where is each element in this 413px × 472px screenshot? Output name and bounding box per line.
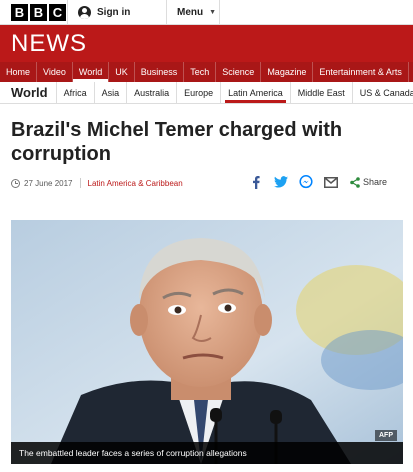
twitter-icon[interactable] — [273, 174, 289, 190]
article-hero-image: AFP The embattled leader faces a series … — [11, 220, 403, 464]
logo-letter-b2: B — [30, 4, 47, 21]
main-nav-label: Magazine — [267, 67, 307, 77]
clock-icon — [11, 178, 20, 188]
section-nav-label: Asia — [101, 87, 120, 98]
section-nav: World Africa Asia Australia Europe Latin… — [0, 82, 413, 104]
section-nav-label: US & Canada — [359, 87, 413, 98]
section-nav-label: Europe — [184, 87, 214, 98]
section-nav-europe[interactable]: Europe — [176, 82, 220, 103]
share-button[interactable]: Share — [350, 176, 388, 188]
share-label: Share — [363, 177, 388, 187]
article-category-link[interactable]: Latin America & Caribbean — [88, 179, 183, 188]
logo-letter-b1: B — [11, 4, 28, 21]
article-headline: Brazil's Michel Temer charged with corru… — [11, 119, 343, 165]
main-nav-label: Business — [140, 67, 178, 77]
section-nav-label: Australia — [134, 87, 170, 98]
menu-label: Menu — [177, 7, 204, 18]
main-nav-business[interactable]: Business — [135, 62, 185, 82]
main-nav-science[interactable]: Science — [216, 62, 262, 82]
article-date: 27 June 2017 — [24, 178, 73, 188]
news-banner: NEWS — [0, 25, 413, 62]
image-credit: AFP — [375, 430, 397, 441]
main-nav-label: Home — [6, 67, 31, 77]
section-nav-us-canada[interactable]: US & Canada — [351, 82, 413, 103]
chevron-down-icon: ▼ — [209, 9, 217, 16]
main-nav: Home Video World UK Business Tech Scienc… — [0, 62, 413, 82]
main-nav-video[interactable]: Video — [37, 62, 73, 82]
messenger-icon[interactable] — [298, 174, 314, 190]
article-meta: 27 June 2017 Latin America & Caribbean — [11, 176, 183, 190]
image-caption: The embattled leader faces a series of c… — [11, 442, 403, 464]
main-nav-home[interactable]: Home — [0, 62, 38, 82]
section-nav-label: Africa — [63, 87, 87, 98]
main-nav-label: World — [78, 67, 103, 77]
main-nav-label: UK — [115, 67, 128, 77]
section-nav-middle-east[interactable]: Middle East — [289, 82, 352, 103]
main-nav-world[interactable]: World — [72, 62, 110, 82]
news-logo[interactable]: NEWS — [11, 30, 87, 58]
bbc-logo[interactable]: B B C — [11, 4, 66, 21]
main-nav-entertainment-arts[interactable]: Entertainment & Arts — [313, 62, 409, 82]
top-bar: B B C Sign in Menu ▼ — [0, 0, 413, 25]
section-nav-asia[interactable]: Asia — [93, 82, 127, 103]
sign-in-button[interactable]: Sign in — [67, 0, 167, 25]
main-nav-label: Video — [43, 67, 66, 77]
menu-button[interactable]: Menu ▼ — [167, 0, 220, 25]
section-title[interactable]: World — [0, 82, 56, 103]
main-nav-uk[interactable]: UK — [109, 62, 135, 82]
portrait-illustration — [11, 220, 403, 464]
email-icon[interactable] — [323, 174, 339, 190]
section-nav-latin-america[interactable]: Latin America — [220, 82, 290, 103]
share-tools: Share — [248, 174, 387, 190]
main-nav-label: Tech — [190, 67, 210, 77]
logo-letter-c: C — [49, 4, 66, 21]
meta-divider — [79, 178, 81, 188]
section-nav-label: Latin America — [228, 87, 283, 98]
main-nav-tech[interactable]: Tech — [184, 62, 217, 82]
section-nav-africa[interactable]: Africa — [55, 82, 94, 103]
share-icon — [350, 176, 360, 188]
facebook-icon[interactable] — [248, 174, 264, 190]
sign-in-label: Sign in — [97, 7, 131, 18]
user-icon — [78, 6, 91, 19]
main-nav-label: Entertainment & Arts — [319, 67, 402, 77]
section-nav-australia[interactable]: Australia — [126, 82, 176, 103]
main-nav-magazine[interactable]: Magazine — [261, 62, 314, 82]
main-nav-label: Science — [222, 67, 255, 77]
section-nav-label: Middle East — [297, 87, 345, 98]
